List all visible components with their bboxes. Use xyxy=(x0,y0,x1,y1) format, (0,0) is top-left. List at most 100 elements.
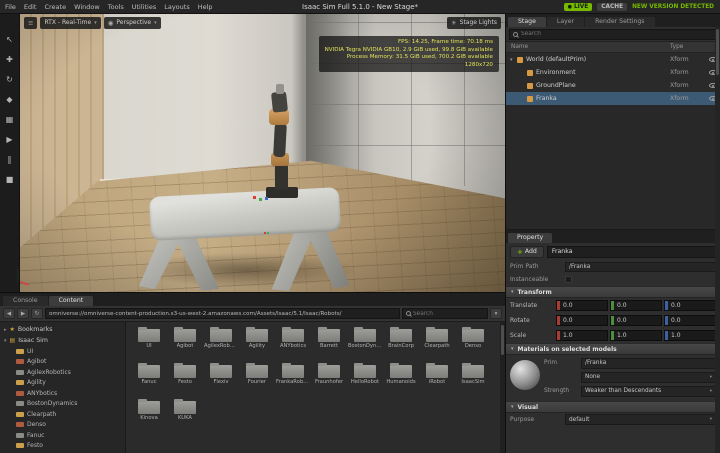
right-panel-scrollbar[interactable] xyxy=(715,27,720,453)
content-folder-tile[interactable]: FrankaRobotics xyxy=(276,362,310,395)
content-folder-tile[interactable]: Agibot xyxy=(168,326,202,359)
materials-section-header[interactable]: ▾ Materials on selected models xyxy=(506,343,720,355)
strength-dropdown[interactable]: Weaker than Descendants ▾ xyxy=(581,385,716,397)
content-folder-tile[interactable]: HelloRobot xyxy=(348,362,382,395)
viewport-menu-button[interactable]: ≡ xyxy=(24,16,38,29)
y-value-field[interactable]: 0.0 xyxy=(610,315,662,326)
transform-section-header[interactable]: ▾ Transform xyxy=(506,286,720,298)
content-browser: ConsoleContent ◀ ▶ ↻ ▾ ▸★Bookmarks ▾▤Isa… xyxy=(0,292,505,453)
path-input[interactable] xyxy=(45,308,400,319)
cache-button[interactable]: CACHE xyxy=(597,2,628,11)
content-tree-item[interactable]: Clearpath xyxy=(0,409,125,420)
content-folder-tile[interactable]: Fanuc xyxy=(132,362,166,395)
live-button[interactable]: ● LIVE xyxy=(563,2,593,11)
x-value-field[interactable]: 0.0 xyxy=(556,315,608,326)
content-folder-tile[interactable]: AgilexRobotics xyxy=(204,326,238,359)
content-folder-tile[interactable]: Clearpath xyxy=(420,326,454,359)
content-tree-item[interactable]: Denso xyxy=(0,420,125,431)
content-folder-tile[interactable]: Denso xyxy=(456,326,490,359)
move-icon[interactable]: ✚ xyxy=(3,54,17,66)
material-prim-field[interactable]: /Franka xyxy=(581,357,716,369)
back-button[interactable]: ◀ xyxy=(3,308,15,319)
select-icon[interactable]: ↖ xyxy=(3,34,17,46)
grid-scrollbar[interactable] xyxy=(500,322,505,453)
content-folder-tile[interactable]: UI xyxy=(132,326,166,359)
content-tree-item[interactable]: Fanuc xyxy=(0,430,125,441)
purpose-dropdown[interactable]: default ▾ xyxy=(565,414,716,425)
menu-item[interactable]: Layouts xyxy=(164,3,189,11)
material-dropdown[interactable]: None ▾ xyxy=(581,371,716,383)
isaac-sim-node[interactable]: ▾ ▤ Isaac Sim xyxy=(0,335,125,346)
menu-item[interactable]: File xyxy=(5,3,16,11)
content-folder-tile[interactable]: BrainCorp xyxy=(384,326,418,359)
content-folder-tile[interactable]: ANYbotics xyxy=(276,326,310,359)
prim-path-value[interactable]: /Franka xyxy=(565,261,716,272)
content-tree-item[interactable]: UI xyxy=(0,346,125,357)
menu-item[interactable]: Tools xyxy=(108,3,124,11)
content-tree-item[interactable]: ANYbotics xyxy=(0,388,125,399)
y-value-field[interactable]: 0.0 xyxy=(610,300,662,311)
panel-tab[interactable]: Content xyxy=(48,296,94,306)
stage-tree-row[interactable]: Franka Xform xyxy=(506,92,720,105)
filter-button[interactable]: ▾ xyxy=(490,308,502,319)
folder-icon xyxy=(426,327,448,342)
x-value-field[interactable]: 1.0 xyxy=(556,330,608,341)
content-folder-tile[interactable]: BostonDynamics xyxy=(348,326,382,359)
stage-search-input[interactable] xyxy=(521,31,713,37)
menu-item[interactable]: Create xyxy=(44,3,66,11)
content-tree-item[interactable]: Agibot xyxy=(0,357,125,368)
panel-tab[interactable]: Layer xyxy=(546,17,585,27)
bookmarks-node[interactable]: ▸ ★ Bookmarks xyxy=(0,324,125,335)
content-tree-item[interactable]: Agility xyxy=(0,378,125,389)
new-version-link[interactable]: NEW VERSION DETECTED xyxy=(632,4,714,10)
content-tree-item[interactable]: BostonDynamics xyxy=(0,399,125,410)
content-tree-item[interactable]: AgilexRobotics xyxy=(0,367,125,378)
stop-icon[interactable]: ■ xyxy=(3,174,17,186)
panel-tab[interactable]: Render Settings xyxy=(585,17,655,27)
camera-dropdown[interactable]: ◉ Perspective ▾ xyxy=(103,16,161,29)
stage-lights-dropdown[interactable]: ☀ Stage Lights xyxy=(446,16,501,29)
content-folder-tile[interactable]: Agility xyxy=(240,326,274,359)
play-icon[interactable]: ▶ xyxy=(3,134,17,146)
visual-section-header[interactable]: ▾ Visual xyxy=(506,401,720,413)
stage-tree-row[interactable]: ▾ World (defaultPrim) Xform xyxy=(506,53,720,66)
content-folder-tile[interactable]: Kinova xyxy=(132,398,166,431)
rotate-icon[interactable]: ↻ xyxy=(3,74,17,86)
content-folder-tile[interactable]: iRobot xyxy=(420,362,454,395)
y-value-field[interactable]: 1.0 xyxy=(610,330,662,341)
content-folder-tile[interactable]: Barrett xyxy=(312,326,346,359)
content-folder-tile[interactable]: Flexiv xyxy=(204,362,238,395)
renderer-dropdown[interactable]: RTX - Real-Time ▾ xyxy=(40,16,101,29)
scale-icon[interactable]: ◆ xyxy=(3,94,17,106)
scrollbar-thumb[interactable] xyxy=(501,325,504,355)
snap-icon[interactable]: ▦ xyxy=(3,114,17,126)
instanceable-checkbox[interactable] xyxy=(565,276,572,283)
content-folder-tile[interactable]: IsaacSim xyxy=(456,362,490,395)
content-folder-tile[interactable]: KUKA xyxy=(168,398,202,431)
scrollbar-thumb[interactable] xyxy=(716,29,719,75)
prim-name-field[interactable]: Franka xyxy=(546,245,716,258)
content-folder-tile[interactable]: Humanoids xyxy=(384,362,418,395)
stage-tree-row[interactable]: GroundPlane Xform xyxy=(506,79,720,92)
z-value-field[interactable]: 0.0 xyxy=(664,315,716,326)
x-value-field[interactable]: 0.0 xyxy=(556,300,608,311)
content-tree-item[interactable]: Festo xyxy=(0,441,125,452)
pause-icon[interactable]: ‖ xyxy=(3,154,17,166)
add-button[interactable]: + Add xyxy=(510,245,544,258)
panel-tab[interactable]: Stage xyxy=(508,17,546,27)
z-value-field[interactable]: 0.0 xyxy=(664,300,716,311)
menu-item[interactable]: Help xyxy=(198,3,213,11)
menu-item[interactable]: Edit xyxy=(24,3,37,11)
menu-item[interactable]: Window xyxy=(74,3,100,11)
stage-tree-row[interactable]: Environment Xform xyxy=(506,66,720,79)
z-value-field[interactable]: 1.0 xyxy=(664,330,716,341)
forward-button[interactable]: ▶ xyxy=(17,308,29,319)
content-folder-tile[interactable]: Fourier xyxy=(240,362,274,395)
property-tab[interactable]: Property xyxy=(508,233,553,243)
panel-tab[interactable]: Console xyxy=(3,296,48,306)
content-folder-tile[interactable]: Fraunhofer xyxy=(312,362,346,395)
menu-item[interactable]: Utilities xyxy=(132,3,156,11)
content-folder-tile[interactable]: Festo xyxy=(168,362,202,395)
refresh-button[interactable]: ↻ xyxy=(31,308,43,319)
content-search-input[interactable] xyxy=(413,310,484,317)
